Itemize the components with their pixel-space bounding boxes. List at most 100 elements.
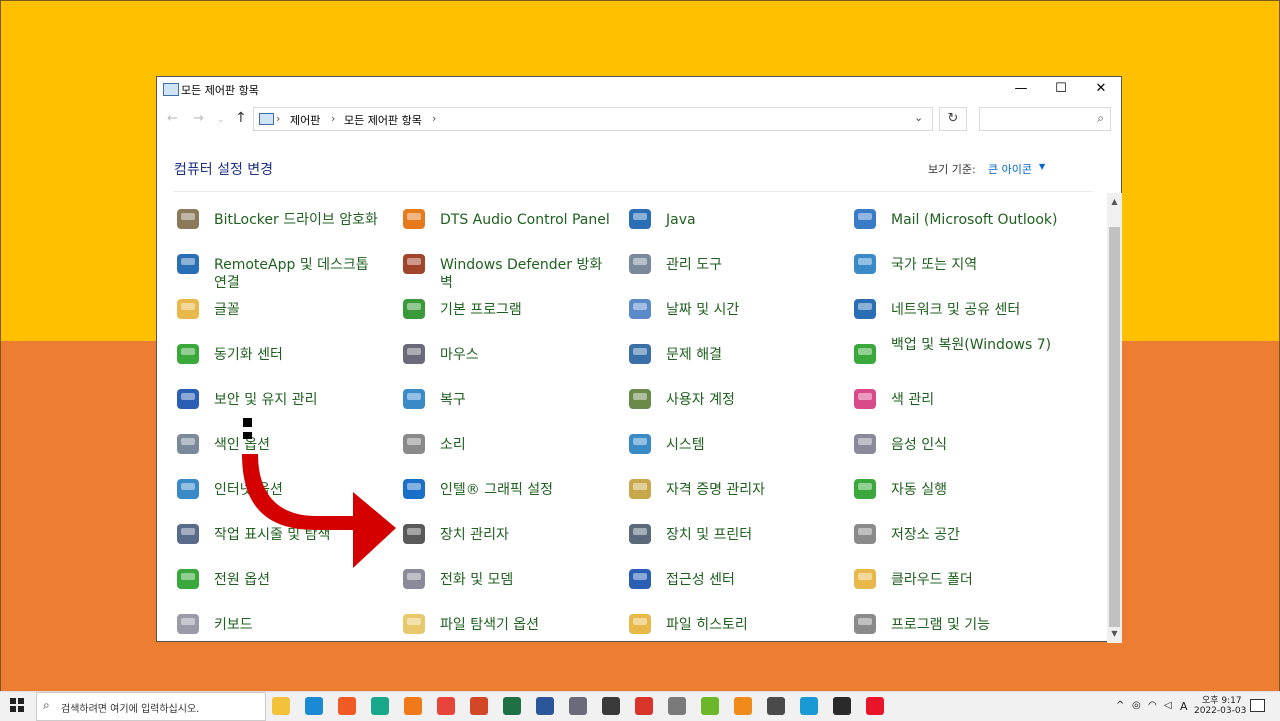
vlc-icon[interactable] — [734, 697, 752, 715]
chrome-alt-icon[interactable] — [800, 697, 818, 715]
control-panel-item[interactable]: 저장소 공간 — [851, 516, 1061, 556]
control-panel-item[interactable]: 키보드 — [174, 606, 384, 646]
up-button[interactable]: ↑ — [235, 110, 247, 126]
control-panel-item[interactable]: 문제 해결 — [626, 336, 836, 376]
control-panel-item[interactable]: 국가 또는 지역 — [851, 246, 1061, 286]
intel-graphics-icon — [403, 479, 425, 499]
control-panel-item[interactable]: 자격 증명 관리자 — [626, 471, 836, 511]
control-panel-item[interactable]: 파일 히스토리 — [626, 606, 836, 646]
powerpoint-icon[interactable] — [470, 697, 488, 715]
firefox-icon[interactable] — [404, 697, 422, 715]
notification-icon[interactable] — [1250, 699, 1265, 712]
app-lime-icon[interactable] — [701, 697, 719, 715]
control-panel-item[interactable]: 전화 및 모뎀 — [400, 561, 610, 601]
control-panel-item[interactable]: Mail (Microsoft Outlook) — [851, 201, 1061, 241]
volume-icon[interactable]: ◁ — [1164, 700, 1172, 711]
control-panel-item[interactable]: 동기화 센터 — [174, 336, 384, 376]
control-panel-item[interactable]: 복구 — [400, 381, 610, 421]
back-button[interactable]: ← — [167, 111, 178, 126]
chrome-icon[interactable] — [437, 697, 455, 715]
search-tool-icon[interactable] — [602, 697, 620, 715]
control-panel-item[interactable]: 사용자 계정 — [626, 381, 836, 421]
control-panel-item[interactable]: DTS Audio Control Panel — [400, 201, 610, 241]
search-input[interactable]: ⌕ — [979, 107, 1111, 131]
control-panel-item[interactable]: 네트워크 및 공유 센터 — [851, 291, 1061, 331]
control-panel-item[interactable]: RemoteApp 및 데스크톱 연결 — [174, 246, 384, 291]
chevron-down-icon[interactable]: ⌄ — [914, 111, 923, 124]
control-panel-item[interactable]: 자동 실행 — [851, 471, 1061, 511]
breadcrumb-all-items[interactable]: 모든 제어판 항목 — [344, 112, 422, 128]
control-panel-item[interactable]: Windows Defender 방화벽 — [400, 246, 610, 291]
maximize-button[interactable]: ☐ — [1041, 77, 1081, 103]
control-panel-item[interactable]: 소리 — [400, 426, 610, 466]
control-panel-item[interactable]: 기본 프로그램 — [400, 291, 610, 331]
default-programs-icon — [403, 299, 425, 319]
control-panel-item[interactable]: 색 관리 — [851, 381, 1061, 421]
control-panel-item[interactable]: 장치 및 프린터 — [626, 516, 836, 556]
search-icon: ⌕ — [43, 698, 50, 712]
control-panel-item[interactable]: 글꼴 — [174, 291, 384, 331]
control-panel-item[interactable]: 장치 관리자 — [400, 516, 610, 556]
control-panel-item[interactable]: 파일 탐색기 옵션 — [400, 606, 610, 646]
mouse-icon — [403, 344, 425, 364]
control-panel-item[interactable]: 음성 인식 — [851, 426, 1061, 466]
control-panel-item[interactable]: 보안 및 유지 관리 — [174, 381, 384, 421]
brave-icon[interactable] — [338, 697, 356, 715]
opera-icon[interactable] — [866, 697, 884, 715]
chevron-up-icon[interactable]: ^ — [1116, 700, 1124, 711]
photos-icon[interactable] — [569, 697, 587, 715]
control-panel-item[interactable]: Java — [626, 201, 836, 241]
indexing-icon — [177, 434, 199, 454]
view-by-dropdown[interactable]: 큰 아이콘 — [988, 161, 1032, 177]
notes-icon[interactable] — [833, 697, 851, 715]
network-status-icon[interactable]: ◎ — [1132, 700, 1141, 711]
app-red-icon[interactable] — [635, 697, 653, 715]
file-explorer-icon[interactable] — [272, 697, 290, 715]
vertical-scrollbar[interactable]: ▲ ▼ — [1107, 193, 1122, 643]
taskbar-search[interactable]: ⌕ 검색하려면 여기에 입력하십시오. — [36, 692, 266, 721]
app-gray-icon[interactable] — [668, 697, 686, 715]
address-bar[interactable]: › 제어판 › 모든 제어판 항목 › ⌄ — [253, 107, 933, 131]
ime-indicator[interactable]: A — [1180, 700, 1188, 713]
recent-locations-icon[interactable]: ⌄ — [217, 115, 225, 125]
control-panel-item-label: 프로그램 및 기능 — [891, 617, 991, 633]
control-panel-item[interactable]: BitLocker 드라이브 암호화 — [174, 201, 384, 241]
scroll-down-icon[interactable]: ▼ — [1107, 625, 1122, 643]
window-title: 모든 제어판 항목 — [181, 84, 259, 97]
control-panel-item[interactable]: 프로그램 및 기능 — [851, 606, 1061, 646]
wifi-icon[interactable]: ◠ — [1148, 700, 1157, 711]
control-panel-item-label: 전화 및 모뎀 — [440, 572, 514, 588]
clock-date[interactable]: 2022-03-03 — [1194, 706, 1246, 716]
control-panel-item[interactable]: 인텔® 그래픽 설정 — [400, 471, 610, 511]
minimize-button[interactable]: — — [1001, 77, 1041, 103]
scroll-thumb[interactable] — [1109, 227, 1120, 627]
bitlocker-icon — [177, 209, 199, 229]
control-panel-item-label: 복구 — [440, 392, 466, 408]
refresh-button[interactable]: ↻ — [939, 107, 967, 131]
scroll-up-icon[interactable]: ▲ — [1107, 193, 1122, 211]
edge-icon[interactable] — [305, 697, 323, 715]
control-panel-item-label: 백업 및 복원(Windows 7) — [891, 337, 1052, 353]
user-accounts-icon — [629, 389, 651, 409]
app-green-icon[interactable] — [371, 697, 389, 715]
title-bar[interactable]: 모든 제어판 항목 — ☐ ✕ — [157, 77, 1121, 103]
forward-button[interactable]: → — [193, 111, 204, 126]
clock-time[interactable]: 오후 9:17 — [1202, 693, 1242, 706]
control-panel-item[interactable]: 클라우드 폴더 — [851, 561, 1061, 601]
caret-down-icon[interactable]: ▼ — [1039, 162, 1045, 171]
control-panel-item[interactable]: 마우스 — [400, 336, 610, 376]
control-panel-item[interactable]: 날짜 및 시간 — [626, 291, 836, 331]
control-panel-item[interactable]: 접근성 센터 — [626, 561, 836, 601]
word-icon[interactable] — [536, 697, 554, 715]
control-panel-item[interactable]: 백업 및 복원(Windows 7) — [851, 336, 1061, 376]
keyboard-icon — [177, 614, 199, 634]
calculator-icon[interactable] — [767, 697, 785, 715]
control-panel-item[interactable]: 시스템 — [626, 426, 836, 466]
control-panel-item[interactable]: 관리 도구 — [626, 246, 836, 286]
view-by-label: 보기 기준: — [928, 163, 976, 176]
excel-icon[interactable] — [503, 697, 521, 715]
windows-start-icon[interactable] — [10, 698, 24, 712]
control-panel-item-label: DTS Audio Control Panel — [440, 212, 610, 228]
close-button[interactable]: ✕ — [1081, 77, 1121, 103]
breadcrumb-control-panel[interactable]: 제어판 — [290, 112, 320, 128]
